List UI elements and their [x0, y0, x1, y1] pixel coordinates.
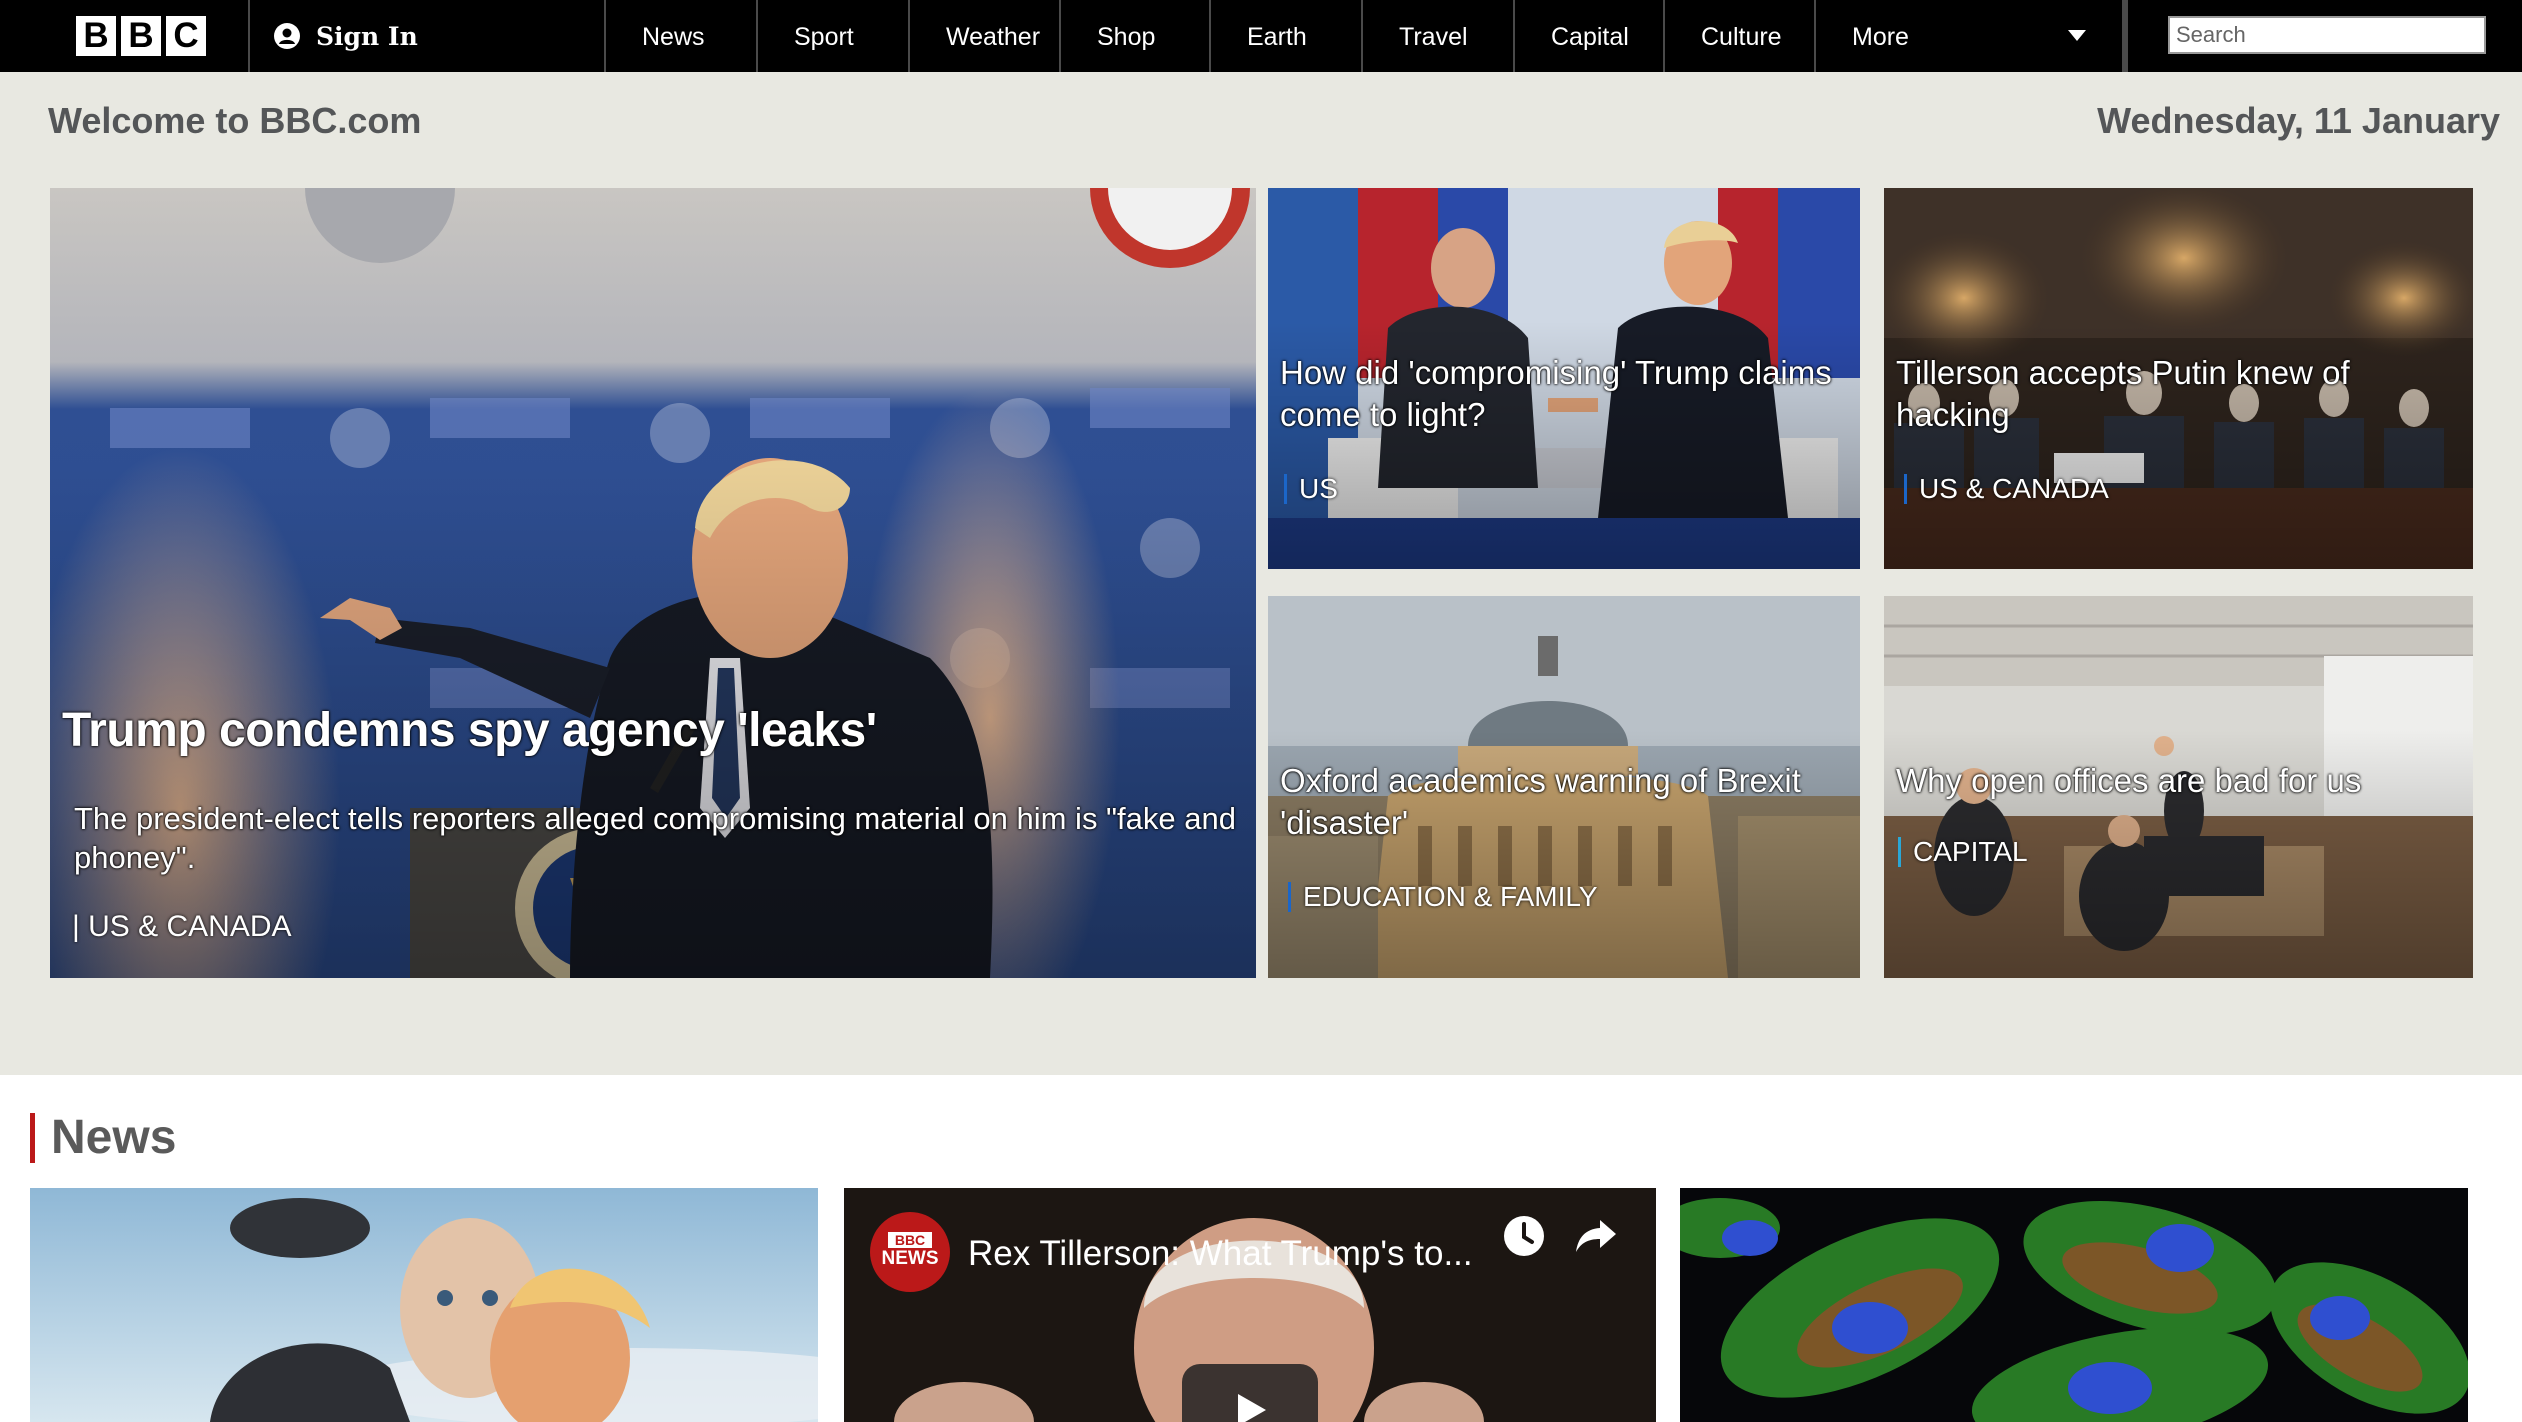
bbc-news-logo-top: BBC [894, 1232, 926, 1248]
story-tile-3[interactable]: Oxford academics warning of Brexit 'disa… [1268, 596, 1860, 978]
news-card-image-3 [1680, 1188, 2468, 1422]
tag-bar [1898, 837, 1901, 867]
play-button[interactable] [1182, 1364, 1318, 1422]
nav-divider [248, 0, 250, 72]
nav-item-weather[interactable]: Weather [908, 0, 1059, 72]
news-video-card[interactable]: BBC NEWS Rex Tillerson: What Trump's to.… [844, 1188, 1656, 1422]
story-tag-label-4: CAPITAL [1913, 836, 2028, 867]
news-card-3[interactable] [1680, 1188, 2468, 1422]
clock-icon[interactable] [1502, 1214, 1546, 1258]
story-tile-4[interactable]: Why open offices are bad for us CAPITAL [1884, 596, 2473, 978]
story-tag-2[interactable]: US & CANADA [1904, 473, 2109, 505]
tag-bar [1284, 474, 1287, 504]
story-tile-2[interactable]: Tillerson accepts Putin knew of hacking … [1884, 188, 2473, 569]
story-tag-label-3: EDUCATION & FAMILY [1303, 881, 1598, 912]
story-headline-2[interactable]: Tillerson accepts Putin knew of hacking [1896, 352, 2456, 436]
main-story-summary: The president-elect tells reporters alle… [74, 801, 1236, 875]
welcome-title: Welcome to BBC.com [48, 100, 422, 141]
story-tag-4[interactable]: CAPITAL [1898, 836, 2028, 868]
share-icon[interactable] [1574, 1216, 1618, 1256]
main-story-tile[interactable]: Trump condemns spy agency 'leaks' The pr… [50, 188, 1256, 978]
story-tile-1[interactable]: How did 'compromising' Trump claims come… [1268, 188, 1860, 569]
logo-letter: B [121, 16, 161, 56]
top-navigation-bar: B B C Sign In News Sport Weather Shop Ea… [0, 0, 2522, 72]
news-section-header[interactable]: News [30, 1110, 176, 1165]
story-tag-3[interactable]: EDUCATION & FAMILY [1288, 881, 1598, 913]
current-date: Wednesday, 11 January [2097, 100, 2500, 141]
nav-item-earth[interactable]: Earth [1209, 0, 1361, 72]
logo-letter: B [76, 16, 116, 56]
bbc-news-logo: BBC NEWS [870, 1212, 950, 1292]
search-input[interactable] [2168, 16, 2486, 54]
nav-item-travel[interactable]: Travel [1361, 0, 1513, 72]
news-card-image-1 [30, 1188, 818, 1422]
chevron-down-icon[interactable] [2068, 30, 2086, 41]
nav-item-capital[interactable]: Capital [1513, 0, 1663, 72]
nav-item-shop[interactable]: Shop [1059, 0, 1209, 72]
video-title[interactable]: Rex Tillerson: What Trump's to... [968, 1234, 1473, 1274]
section-accent-bar [30, 1112, 35, 1163]
user-icon [274, 23, 300, 49]
search-area [2122, 0, 2522, 72]
sign-in-button[interactable]: Sign In [274, 0, 418, 72]
story-headline-4[interactable]: Why open offices are bad for us [1896, 760, 2456, 802]
news-section-title: News [51, 1111, 177, 1164]
nav-item-culture[interactable]: Culture [1663, 0, 1814, 72]
story-tag-label-2: US & CANADA [1919, 473, 2109, 504]
sign-in-label: Sign In [316, 21, 418, 51]
story-headline-3[interactable]: Oxford academics warning of Brexit 'disa… [1280, 760, 1840, 844]
nav-item-sport[interactable]: Sport [756, 0, 908, 72]
news-card-1[interactable] [30, 1188, 818, 1422]
tag-bar [1288, 882, 1291, 912]
main-story-tag[interactable]: | US & CANADA [72, 910, 292, 944]
logo-letter: C [166, 16, 206, 56]
story-tag-1[interactable]: US [1284, 473, 1338, 505]
nav-item-news[interactable]: News [604, 0, 756, 72]
main-story-headline[interactable]: Trump condemns spy agency 'leaks' [62, 703, 1242, 758]
bbc-logo[interactable]: B B C [76, 16, 206, 56]
tag-bar [1904, 474, 1907, 504]
bbc-news-logo-bottom: NEWS [881, 1248, 939, 1269]
story-headline-1[interactable]: How did 'compromising' Trump claims come… [1280, 352, 1852, 436]
story-tag-label-1: US [1299, 473, 1338, 504]
